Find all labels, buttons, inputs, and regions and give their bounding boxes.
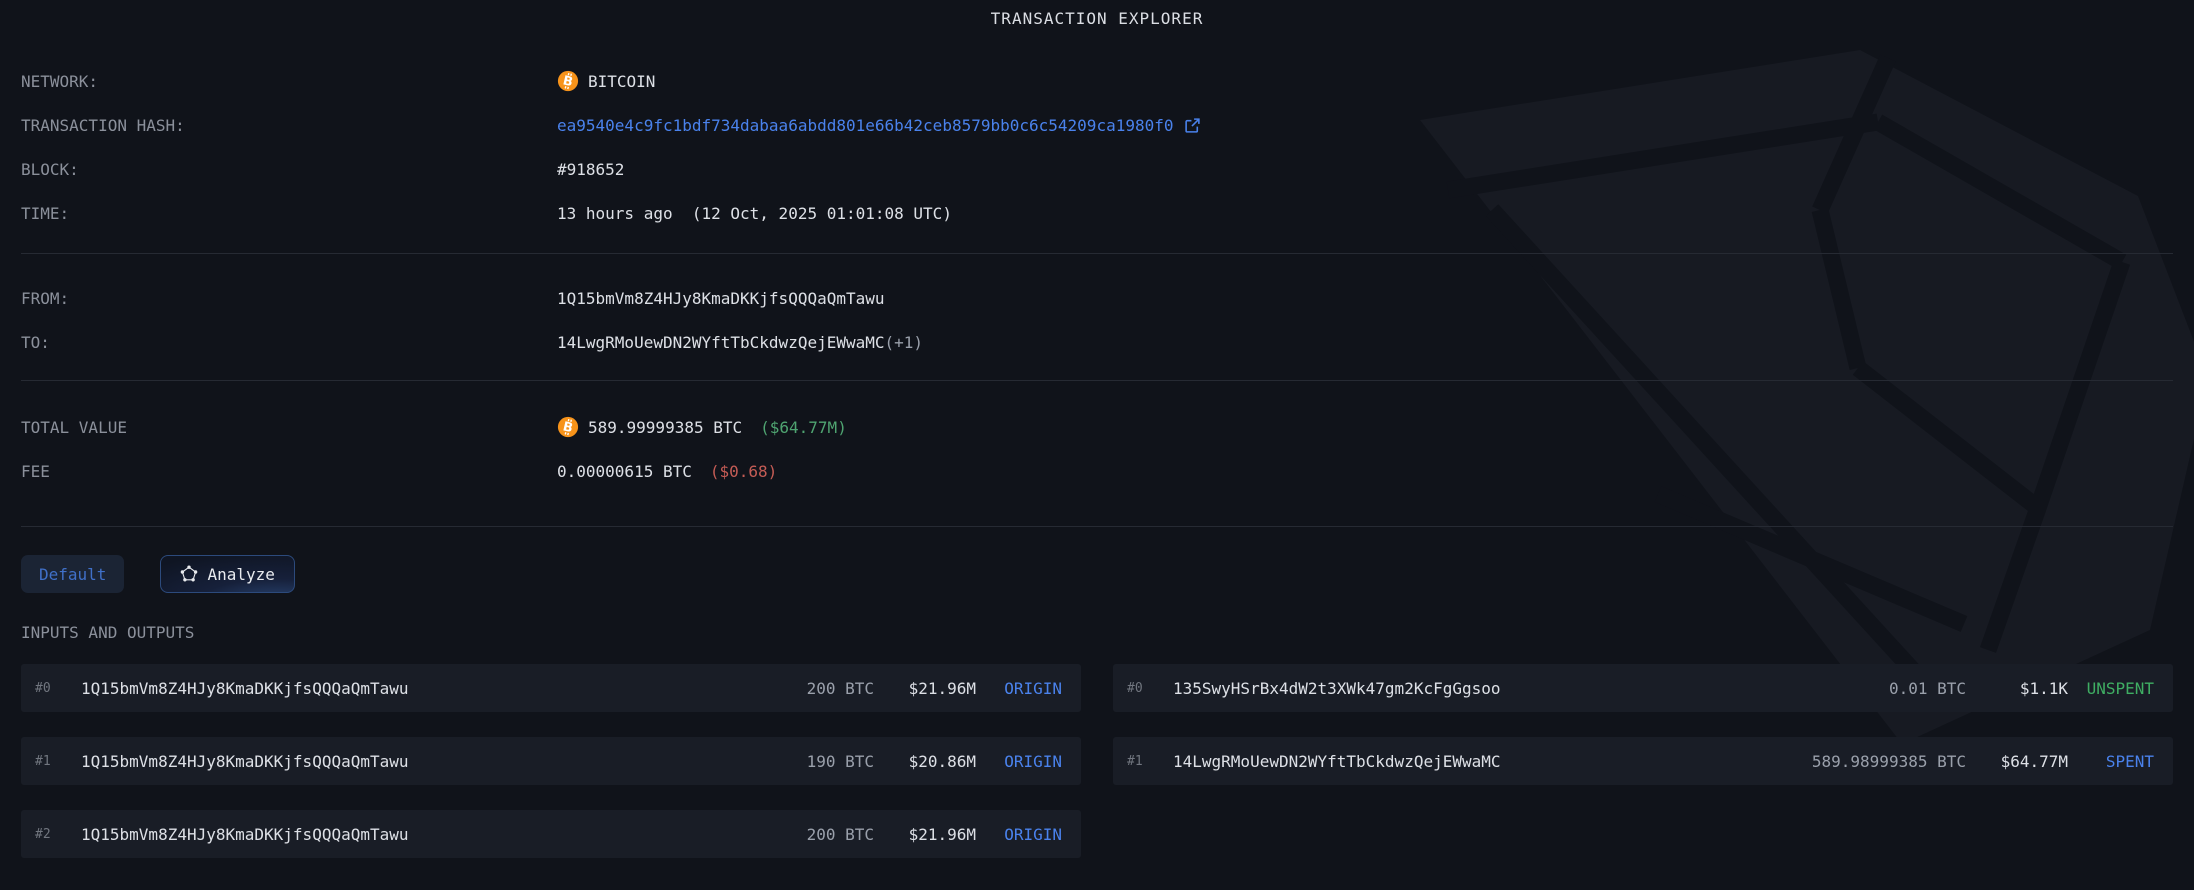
total-value-usd: ($64.77M) [760,417,847,437]
input-btc-amount: 200 BTC [806,678,874,698]
bitcoin-icon: B [557,70,579,92]
output-usd-amount: $64.77M [2000,751,2068,771]
fee-btc: 0.00000615 BTC [557,461,692,481]
default-view-button[interactable]: Default [21,555,125,593]
block-label: BLOCK: [21,159,79,179]
time-label: TIME: [21,203,70,223]
bitcoin-icon: B [557,416,579,438]
transaction-explorer-page: TRANSACTION EXPLORER NETWORK: B BITCOIN … [0,0,2194,890]
input-row: #2 1Q15bmVm8Z4HJy8KmaDKKjfsQQQaQmTawu 20… [21,810,1081,858]
view-toolbar: Default Analyze [21,555,2173,593]
fee-label: FEE [21,461,50,481]
input-status-link[interactable]: ORIGIN [976,825,1062,844]
network-value: BITCOIN [588,71,656,91]
input-row: #0 1Q15bmVm8Z4HJy8KmaDKKjfsQQQaQmTawu 20… [21,664,1081,712]
from-label: FROM: [21,288,70,308]
from-address: 1Q15bmVm8Z4HJy8KmaDKKjfsQQQaQmTawu [557,288,885,308]
to-row: TO: 14LwgRMoUewDN2WYftTbCkdwzQejEWwaMC (+… [21,320,2173,364]
output-status-link[interactable]: SPENT [2068,752,2154,771]
output-btc-amount: 589.98999385 BTC [1811,751,1966,771]
network-row: NETWORK: B BITCOIN [21,59,2173,103]
inputs-list: #0 1Q15bmVm8Z4HJy8KmaDKKjfsQQQaQmTawu 20… [21,664,1081,883]
from-row: FROM: 1Q15bmVm8Z4HJy8KmaDKKjfsQQQaQmTawu [21,276,2173,320]
transaction-hash-link[interactable]: ea9540e4c9fc1bdf734dabaa6abdd801e66b42ce… [557,116,1201,135]
input-usd-amount: $21.96M [908,824,976,844]
analyze-graph-icon [181,565,198,582]
to-address-extra-count: (+1) [884,332,924,352]
value-section: TOTAL VALUE B 589.99999385 BTC ($64.77M)… [21,405,2173,493]
block-value: #918652 [557,159,625,179]
inputs-outputs: #0 1Q15bmVm8Z4HJy8KmaDKKjfsQQQaQmTawu 20… [21,664,2173,883]
output-index: #1 [1127,753,1143,769]
fee-row: FEE 0.00000615 BTC ($0.68) [21,449,2173,493]
output-row: #1 14LwgRMoUewDN2WYftTbCkdwzQejEWwaMC 58… [1113,737,2173,785]
input-status-link[interactable]: ORIGIN [976,679,1062,698]
divider [21,526,2173,527]
output-row: #0 135SwyHSrBx4dW2t3XWk47gm2KcFgGgsoo 0.… [1113,664,2173,712]
from-to-section: FROM: 1Q15bmVm8Z4HJy8KmaDKKjfsQQQaQmTawu… [21,276,2173,364]
output-address: 14LwgRMoUewDN2WYftTbCkdwzQejEWwaMC [1173,751,1501,771]
outputs-list: #0 135SwyHSrBx4dW2t3XWk47gm2KcFgGgsoo 0.… [1113,664,2173,810]
page-title: TRANSACTION EXPLORER [990,9,1204,28]
input-status-link[interactable]: ORIGIN [976,752,1062,771]
output-address: 135SwyHSrBx4dW2t3XWk47gm2KcFgGgsoo [1173,678,1501,698]
total-value-row: TOTAL VALUE B 589.99999385 BTC ($64.77M) [21,405,2173,449]
total-value-label: TOTAL VALUE [21,417,127,437]
transaction-meta: NETWORK: B BITCOIN TRANSACTION HASH: ea9… [21,59,2173,235]
fee-usd: ($0.68) [709,461,778,481]
to-label: TO: [21,332,50,352]
input-index: #0 [35,680,51,696]
input-index: #2 [35,826,51,842]
output-btc-amount: 0.01 BTC [1888,678,1966,698]
input-address: 1Q15bmVm8Z4HJy8KmaDKKjfsQQQaQmTawu [81,751,409,771]
block-row: BLOCK: #918652 [21,147,2173,191]
input-usd-amount: $21.96M [908,678,976,698]
input-usd-amount: $20.86M [908,751,976,771]
input-address: 1Q15bmVm8Z4HJy8KmaDKKjfsQQQaQmTawu [81,678,409,698]
input-index: #1 [35,753,51,769]
input-btc-amount: 200 BTC [806,824,874,844]
external-link-icon[interactable] [1184,117,1201,134]
inputs-outputs-heading: INPUTS AND OUTPUTS [21,623,195,642]
input-btc-amount: 190 BTC [806,751,874,771]
input-address: 1Q15bmVm8Z4HJy8KmaDKKjfsQQQaQmTawu [81,824,409,844]
divider [21,253,2173,254]
transaction-hash-label: TRANSACTION HASH: [21,115,185,135]
divider [21,380,2173,381]
time-row: TIME: 13 hours ago (12 Oct, 2025 01:01:0… [21,191,2173,235]
time-value: 13 hours ago (12 Oct, 2025 01:01:08 UTC) [557,203,952,223]
output-usd-amount: $1.1K [2019,678,2068,698]
transaction-hash-row: TRANSACTION HASH: ea9540e4c9fc1bdf734dab… [21,103,2173,147]
output-index: #0 [1127,680,1143,696]
total-value-btc: 589.99999385 BTC [588,417,743,437]
to-address: 14LwgRMoUewDN2WYftTbCkdwzQejEWwaMC [557,332,885,352]
network-label: NETWORK: [21,71,99,91]
input-row: #1 1Q15bmVm8Z4HJy8KmaDKKjfsQQQaQmTawu 19… [21,737,1081,785]
output-status-link[interactable]: UNSPENT [2068,679,2154,698]
analyze-button[interactable]: Analyze [160,555,295,593]
